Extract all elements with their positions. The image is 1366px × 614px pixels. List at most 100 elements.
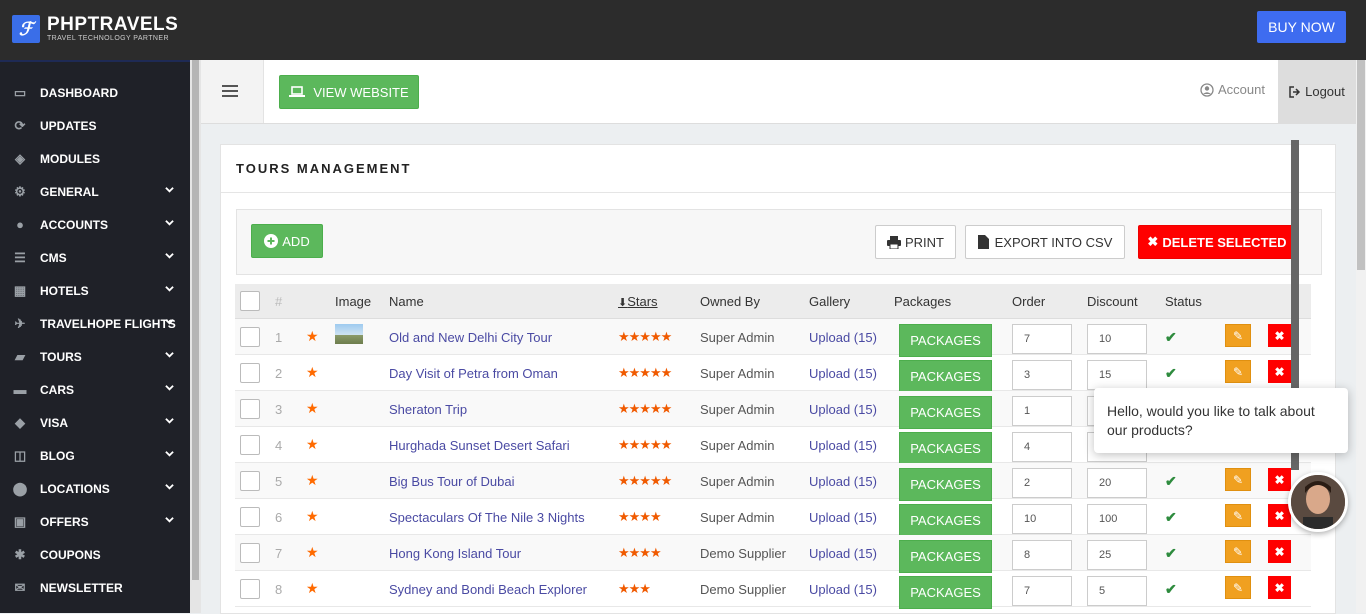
sidebar-item-modules[interactable]: ◈ MODULES <box>0 142 190 175</box>
row-checkbox[interactable] <box>240 435 260 455</box>
col-gallery[interactable]: Gallery <box>809 294 850 309</box>
delete-button[interactable]: ✖ <box>1268 576 1291 599</box>
select-all-checkbox[interactable] <box>240 291 260 311</box>
edit-button[interactable]: ✎ <box>1225 504 1251 527</box>
page-scrollbar-thumb[interactable] <box>1357 60 1365 270</box>
sidebar-item-visa[interactable]: ◆ VISA <box>0 406 190 439</box>
row-checkbox[interactable] <box>240 543 260 563</box>
packages-button[interactable]: PACKAGES <box>899 468 992 501</box>
sidebar-scrollbar-thumb[interactable] <box>192 60 199 580</box>
gallery-upload-link[interactable]: Upload (15) <box>809 330 877 345</box>
packages-button[interactable]: PACKAGES <box>899 576 992 609</box>
packages-button[interactable]: PACKAGES <box>899 540 992 573</box>
sidebar-item-travelhope-flights[interactable]: ✈ TRAVELHOPE FLIGHTS <box>0 307 190 340</box>
order-input[interactable]: 1 <box>1012 396 1072 426</box>
order-input[interactable]: 7 <box>1012 576 1072 606</box>
sidebar-item-general[interactable]: ⚙ GENERAL <box>0 175 190 208</box>
delete-button[interactable]: ✖ <box>1268 540 1291 563</box>
col-discount[interactable]: Discount <box>1087 294 1138 309</box>
tour-name-link[interactable]: Big Bus Tour of Dubai <box>389 474 515 489</box>
packages-button[interactable]: PACKAGES <box>899 396 992 429</box>
delete-button[interactable]: ✖ <box>1268 324 1291 347</box>
sidebar-item-coupons[interactable]: ✱ COUPONS <box>0 538 190 571</box>
sidebar-item-updates[interactable]: ⟳ UPDATES <box>0 109 190 142</box>
row-checkbox[interactable] <box>240 471 260 491</box>
discount-input[interactable]: 5 <box>1087 576 1147 606</box>
featured-star-icon[interactable]: ★ <box>306 400 319 417</box>
edit-button[interactable]: ✎ <box>1225 468 1251 491</box>
gallery-upload-link[interactable]: Upload (15) <box>809 474 877 489</box>
row-checkbox[interactable] <box>240 507 260 527</box>
discount-input[interactable]: 20 <box>1087 468 1147 498</box>
packages-button[interactable]: PACKAGES <box>899 324 992 357</box>
featured-star-icon[interactable]: ★ <box>306 436 319 453</box>
page-scrollbar[interactable] <box>1356 60 1366 613</box>
row-checkbox[interactable] <box>240 399 260 419</box>
delete-button[interactable]: ✖ <box>1268 360 1291 383</box>
gallery-upload-link[interactable]: Upload (15) <box>809 402 877 417</box>
sidebar-item-hotels[interactable]: ▦ HOTELS <box>0 274 190 307</box>
delete-selected-button[interactable]: ✖ DELETE SELECTED <box>1138 225 1296 259</box>
logout-button[interactable]: Logout <box>1278 60 1356 123</box>
gallery-upload-link[interactable]: Upload (15) <box>809 438 877 453</box>
row-checkbox[interactable] <box>240 579 260 599</box>
add-button[interactable]: ADD <box>251 224 323 258</box>
col-status[interactable]: Status <box>1165 294 1202 309</box>
status-check-icon[interactable]: ✔ <box>1165 581 1177 598</box>
tour-thumbnail[interactable] <box>335 324 363 344</box>
menu-toggle-button[interactable] <box>201 60 264 123</box>
gallery-upload-link[interactable]: Upload (15) <box>809 366 877 381</box>
sidebar-scrollbar[interactable] <box>190 60 201 613</box>
featured-star-icon[interactable]: ★ <box>306 508 319 525</box>
featured-star-icon[interactable]: ★ <box>306 328 319 345</box>
sidebar-item-cars[interactable]: ▬ CARS <box>0 373 190 406</box>
edit-button[interactable]: ✎ <box>1225 360 1251 383</box>
delete-button[interactable]: ✖ <box>1268 468 1291 491</box>
tour-name-link[interactable]: Hong Kong Island Tour <box>389 546 521 561</box>
tour-name-link[interactable]: Hurghada Sunset Desert Safari <box>389 438 570 453</box>
chat-bubble[interactable]: Hello, would you like to talk about our … <box>1094 388 1348 453</box>
sidebar-item-offers[interactable]: ▣ OFFERS <box>0 505 190 538</box>
row-checkbox[interactable] <box>240 363 260 383</box>
discount-input[interactable]: 15 <box>1087 360 1147 390</box>
tour-name-link[interactable]: Sheraton Trip <box>389 402 467 417</box>
gallery-upload-link[interactable]: Upload (15) <box>809 546 877 561</box>
status-check-icon[interactable]: ✔ <box>1165 365 1177 382</box>
buy-now-button[interactable]: BUY NOW <box>1257 11 1346 43</box>
gallery-upload-link[interactable]: Upload (15) <box>809 582 877 597</box>
view-website-button[interactable]: VIEW WEBSITE <box>279 75 419 109</box>
order-input[interactable]: 3 <box>1012 360 1072 390</box>
packages-button[interactable]: PACKAGES <box>899 504 992 537</box>
edit-button[interactable]: ✎ <box>1225 324 1251 347</box>
featured-star-icon[interactable]: ★ <box>306 472 319 489</box>
sidebar-item-dashboard[interactable]: ▭ DASHBOARD <box>0 76 190 109</box>
sidebar-item-tours[interactable]: ▰ TOURS <box>0 340 190 373</box>
sidebar-item-blog[interactable]: ◫ BLOG <box>0 439 190 472</box>
col-name[interactable]: Name <box>389 294 424 309</box>
col-stars[interactable]: ⬇Stars <box>618 294 658 309</box>
order-input[interactable]: 7 <box>1012 324 1072 354</box>
packages-button[interactable]: PACKAGES <box>899 360 992 393</box>
order-input[interactable]: 4 <box>1012 432 1072 462</box>
tour-name-link[interactable]: Old and New Delhi City Tour <box>389 330 552 345</box>
brand-logo[interactable]: ℱ PHPTRAVELS TRAVEL TECHNOLOGY PARTNER <box>12 15 178 43</box>
sidebar-item-locations[interactable]: ⬤ LOCATIONS <box>0 472 190 505</box>
status-check-icon[interactable]: ✔ <box>1165 545 1177 562</box>
tour-name-link[interactable]: Day Visit of Petra from Oman <box>389 366 558 381</box>
discount-input[interactable]: 10 <box>1087 324 1147 354</box>
account-link[interactable]: Account <box>1200 82 1265 97</box>
order-input[interactable]: 2 <box>1012 468 1072 498</box>
status-check-icon[interactable]: ✔ <box>1165 473 1177 490</box>
gallery-upload-link[interactable]: Upload (15) <box>809 510 877 525</box>
edit-button[interactable]: ✎ <box>1225 576 1251 599</box>
tour-name-link[interactable]: Sydney and Bondi Beach Explorer <box>389 582 587 597</box>
tour-name-link[interactable]: Spectaculars Of The Nile 3 Nights <box>389 510 585 525</box>
col-order[interactable]: Order <box>1012 294 1045 309</box>
discount-input[interactable]: 100 <box>1087 504 1147 534</box>
print-button[interactable]: PRINT <box>875 225 956 259</box>
sidebar-item-newsletter[interactable]: ✉ NEWSLETTER <box>0 571 190 604</box>
sidebar-item-cms[interactable]: ☰ CMS <box>0 241 190 274</box>
sidebar-item-accounts[interactable]: ● ACCOUNTS <box>0 208 190 241</box>
featured-star-icon[interactable]: ★ <box>306 544 319 561</box>
status-check-icon[interactable]: ✔ <box>1165 509 1177 526</box>
